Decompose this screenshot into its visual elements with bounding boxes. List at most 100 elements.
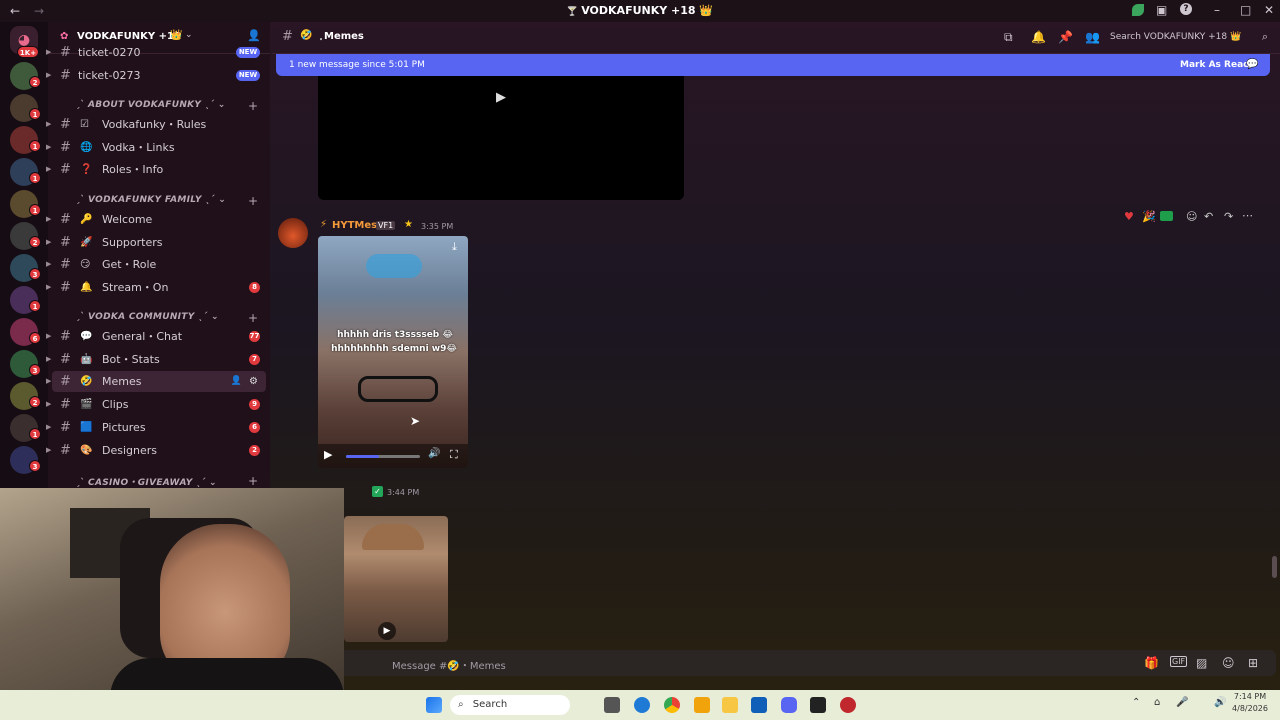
channel-item[interactable]: ▶ # 😏 Get・Role	[46, 254, 266, 275]
flag-reaction-icon[interactable]	[1160, 211, 1173, 221]
channel-item[interactable]: ▶ # 🔔 Stream・On 8	[46, 277, 266, 298]
edge-icon[interactable]	[634, 697, 650, 713]
channel-item[interactable]: ▶ # ❓ Roles・Info	[46, 159, 266, 180]
category-header[interactable]: ˏˋ VODKA COMMUNITY ˎˊ ⌄	[75, 312, 219, 322]
message-author[interactable]: HYTMes	[332, 220, 377, 231]
search-input[interactable]: Search VODKAFUNKY +18 👑 ⌕	[1110, 26, 1268, 48]
help-icon[interactable]: ?	[1180, 3, 1192, 15]
mic-icon[interactable]: 🎤	[1176, 697, 1188, 708]
chevron-down-icon[interactable]: ⌄	[185, 30, 193, 40]
member-list-icon[interactable]: 👥	[1085, 30, 1100, 44]
channel-item[interactable]: ▶ # 🤖 Bot・Stats 7	[46, 349, 266, 370]
emoji-icon[interactable]: ☺	[1222, 656, 1235, 670]
store-icon[interactable]	[751, 697, 767, 713]
video-attachment[interactable]: ▶	[318, 76, 684, 200]
category-header[interactable]: ˏˋ ABOUT VODKAFUNKY ˎˊ ⌄	[75, 100, 226, 110]
collapse-arrow-icon[interactable]: ▶	[46, 254, 51, 275]
category-header[interactable]: ˏˋ CASINO・GIVEAWAY ˎˊ ⌄	[75, 475, 217, 488]
add-channel-icon[interactable]: +	[248, 474, 258, 488]
clock-date[interactable]: 4/8/2026	[1228, 704, 1272, 713]
network-icon[interactable]: ⌂	[1154, 697, 1160, 708]
app-icon[interactable]	[840, 697, 856, 713]
message-input[interactable]: Message #🤣・Memes 🎁 GIF ▨ ☺ ⊞	[272, 650, 1276, 676]
party-reaction-icon[interactable]: 🎉	[1142, 210, 1156, 223]
app-icon[interactable]	[694, 697, 710, 713]
add-channel-icon[interactable]: +	[248, 311, 258, 325]
collapse-arrow-icon[interactable]: ▶	[46, 417, 51, 438]
reply-icon[interactable]: ↶	[1204, 210, 1213, 223]
chrome-icon[interactable]	[664, 697, 680, 713]
download-icon[interactable]: ⤓	[452, 240, 457, 254]
progress-track[interactable]	[346, 455, 420, 458]
collapse-arrow-icon[interactable]: ▶	[46, 65, 51, 86]
fullscreen-icon[interactable]: ⛶	[450, 448, 458, 462]
maximize-icon[interactable]: □	[1240, 3, 1251, 17]
forward-icon[interactable]: ↷	[1224, 210, 1233, 223]
taskbar-search[interactable]: ⌕ Search	[450, 695, 570, 715]
notification-bell-icon[interactable]: 🔔	[1031, 30, 1046, 44]
apps-icon[interactable]: ⊞	[1248, 656, 1258, 670]
collapse-arrow-icon[interactable]: ▶	[46, 137, 51, 158]
app-icon[interactable]	[810, 697, 826, 713]
mark-as-read-button[interactable]: Mark As Read	[1180, 60, 1250, 70]
category-header[interactable]: ˏˋ VODKAFUNKY FAMILY ˎˊ ⌄	[75, 195, 226, 205]
add-channel-icon[interactable]: +	[248, 194, 258, 208]
clock-time[interactable]: 7:14 PM	[1228, 692, 1272, 701]
play-icon[interactable]: ▶	[496, 90, 506, 105]
invite-people-icon[interactable]: 👤	[247, 29, 261, 42]
play-icon[interactable]: ▶	[324, 448, 332, 461]
channel-item[interactable]: ▶ # 🌐 Vodka・Links	[46, 137, 266, 158]
collapse-arrow-icon[interactable]: ▶	[46, 440, 51, 461]
volume-icon[interactable]: 🔊	[428, 448, 440, 459]
add-reaction-icon[interactable]: ☺	[1186, 210, 1197, 223]
add-channel-icon[interactable]: +	[248, 99, 258, 113]
scrollbar-thumb[interactable]	[1272, 556, 1277, 578]
collapse-arrow-icon[interactable]: ▶	[46, 349, 51, 370]
nitro-icon[interactable]	[1132, 4, 1144, 16]
gift-icon[interactable]: 🎁	[1144, 656, 1159, 670]
collapse-arrow-icon[interactable]: ▶	[46, 114, 51, 135]
channel-item[interactable]: ▶ # ticket-0270 NEW	[46, 42, 266, 63]
channel-item[interactable]: ▶ # 🤣 Memes 👤 ⚙	[46, 371, 266, 393]
channel-item[interactable]: ▶ # ☑ Vodkafunky・Rules	[46, 114, 266, 135]
close-icon[interactable]: ✕	[1264, 3, 1274, 17]
invite-icon[interactable]: 👤	[231, 371, 242, 392]
volume-icon[interactable]: 🔊	[1214, 697, 1226, 708]
collapse-arrow-icon[interactable]: ▶	[46, 159, 51, 180]
channel-name: General・Chat	[102, 330, 183, 343]
channel-item[interactable]: ▶ # 🎨 Designers 2	[46, 440, 266, 461]
channel-item[interactable]: ▶ # 💬 General・Chat 77	[46, 326, 266, 347]
new-messages-bar[interactable]: 1 new message since 5:01 PM Mark As Read…	[276, 54, 1270, 76]
task-view-icon[interactable]	[604, 697, 620, 713]
pin-icon[interactable]: 📌	[1058, 30, 1073, 44]
server-badge: 1	[29, 428, 41, 440]
chevron-up-icon[interactable]: ⌃	[1132, 697, 1140, 708]
gif-icon[interactable]: GIF	[1170, 656, 1188, 667]
collapse-arrow-icon[interactable]: ▶	[46, 371, 51, 392]
collapse-arrow-icon[interactable]: ▶	[46, 209, 51, 230]
channel-item[interactable]: ▶ # ticket-0273 NEW	[46, 65, 266, 86]
collapse-arrow-icon[interactable]: ▶	[46, 232, 51, 253]
gear-icon[interactable]: ⚙	[249, 371, 258, 392]
collapse-arrow-icon[interactable]: ▶	[46, 277, 51, 298]
channel-item[interactable]: ▶ # 🚀 Supporters	[46, 232, 266, 253]
video-attachment[interactable]: ▶	[344, 516, 448, 642]
file-explorer-icon[interactable]	[722, 697, 738, 713]
windows-start-icon[interactable]	[426, 697, 442, 713]
discord-icon[interactable]	[781, 697, 797, 713]
channel-item[interactable]: ▶ # 🔑 Welcome	[46, 209, 266, 230]
inbox-icon[interactable]: ▣	[1156, 3, 1167, 17]
heart-reaction-icon[interactable]: ♥	[1124, 210, 1134, 223]
video-player[interactable]: hhhhh dris t3sssseb 😂 hhhhhhhhh sdemni w…	[318, 236, 468, 468]
avatar[interactable]	[278, 218, 308, 248]
sticker-icon[interactable]: ▨	[1196, 656, 1207, 670]
collapse-arrow-icon[interactable]: ▶	[46, 394, 51, 415]
minimize-icon[interactable]: –	[1214, 3, 1220, 17]
threads-icon[interactable]: ⧉	[1004, 30, 1013, 45]
collapse-arrow-icon[interactable]: ▶	[46, 326, 51, 347]
channel-item[interactable]: ▶ # 🎬 Clips 9	[46, 394, 266, 415]
play-icon[interactable]: ▶	[378, 622, 396, 640]
channel-item[interactable]: ▶ # 🟦 Pictures 6	[46, 417, 266, 438]
collapse-arrow-icon[interactable]: ▶	[46, 42, 51, 63]
more-options-icon[interactable]: ⋯	[1242, 209, 1253, 222]
